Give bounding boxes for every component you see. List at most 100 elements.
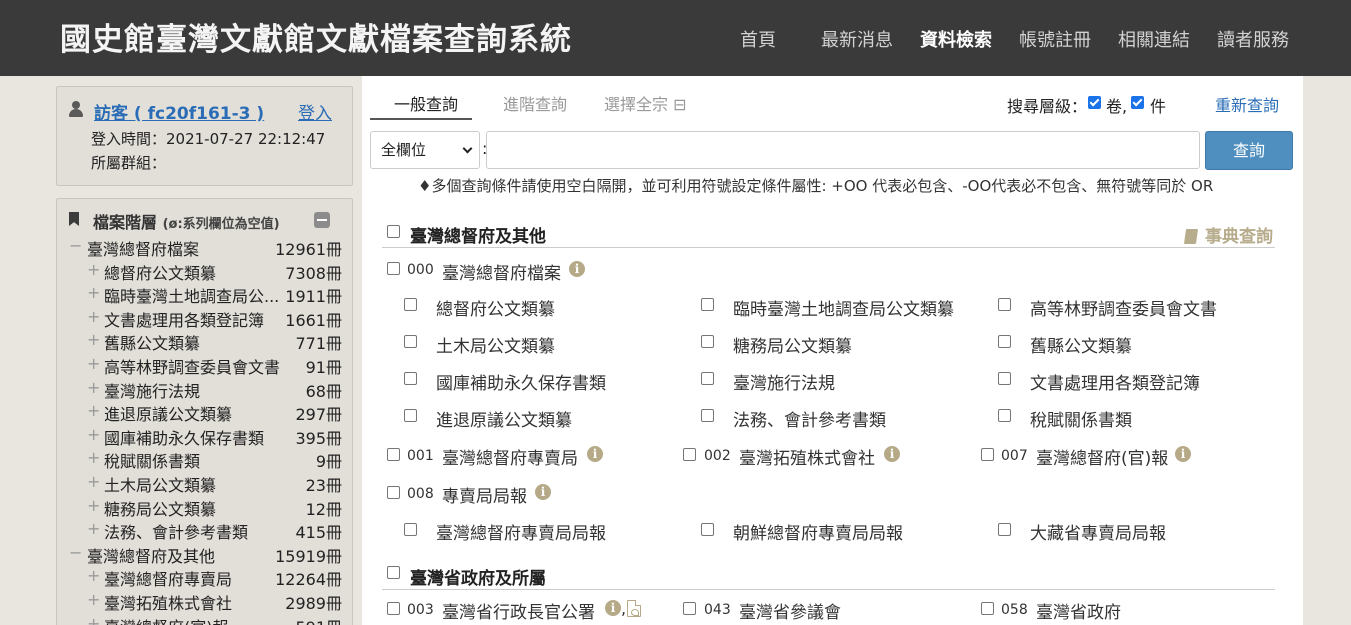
login-link[interactable]: 登入 xyxy=(298,99,332,124)
expand-sign-icon[interactable]: + xyxy=(87,307,100,326)
series-checkbox[interactable] xyxy=(404,409,417,422)
series-checkbox[interactable] xyxy=(404,298,417,311)
tree-item[interactable]: + 臨時臺灣土地調查局公... 1911冊 xyxy=(57,282,352,307)
user-name-link[interactable]: 訪客 ( fc20f161-3 ) xyxy=(94,99,264,124)
tree-item[interactable]: + 糖務局公文類纂 12冊 xyxy=(57,495,352,520)
fonds-checkbox[interactable] xyxy=(387,602,400,615)
tree-item[interactable]: + 國庫補助永久保存書類 395冊 xyxy=(57,424,352,449)
nav-reader-service[interactable]: 讀者服務 xyxy=(1217,26,1289,52)
expand-sign-icon[interactable]: + xyxy=(87,566,100,585)
reset-query-link[interactable]: 重新查詢 xyxy=(1215,92,1279,116)
info-icon[interactable]: i xyxy=(587,446,603,462)
collapse-icon[interactable] xyxy=(314,212,330,228)
fonds-checkbox[interactable] xyxy=(981,602,994,615)
expand-sign-icon[interactable]: + xyxy=(87,590,100,609)
tree-item[interactable]: − 臺灣總督府檔案 12961冊 xyxy=(57,235,352,260)
expand-sign-icon[interactable]: + xyxy=(87,378,100,397)
tree-item-label[interactable]: 稅賦關係書類 xyxy=(104,448,300,472)
level-volume-checkbox[interactable] xyxy=(1088,96,1101,109)
level-item-checkbox[interactable] xyxy=(1131,96,1144,109)
pdf-icon[interactable] xyxy=(627,600,641,617)
tree-item-label[interactable]: 糖務局公文類纂 xyxy=(104,496,300,520)
expand-sign-icon[interactable]: + xyxy=(87,425,100,444)
tree-item[interactable]: + 總督府公文類纂 7308冊 xyxy=(57,259,352,284)
series-checkbox[interactable] xyxy=(998,335,1011,348)
expand-sign-icon[interactable]: + xyxy=(87,519,100,538)
tree-item-label[interactable]: 國庫補助永久保存書類 xyxy=(104,425,300,449)
tree-item-label[interactable]: 臺灣總督府專賣局 xyxy=(104,566,300,590)
series-checkbox[interactable] xyxy=(998,409,1011,422)
search-button[interactable]: 查詢 xyxy=(1205,131,1293,170)
nav-links[interactable]: 相關連結 xyxy=(1118,26,1190,52)
tree-item-label[interactable]: 臺灣總督府(官)報 xyxy=(104,614,300,625)
tree-item[interactable]: − 臺灣總督府及其他 15919冊 xyxy=(57,542,352,566)
info-icon[interactable]: i xyxy=(569,261,585,277)
series-checkbox[interactable] xyxy=(998,298,1011,311)
series-checkbox[interactable] xyxy=(404,335,417,348)
series-checkbox[interactable] xyxy=(404,523,417,536)
tree-item-label[interactable]: 高等林野調查委員會文書 xyxy=(104,354,300,378)
tree-item[interactable]: + 進退原議公文類纂 297冊 xyxy=(57,400,352,425)
tree-item[interactable]: + 臺灣總督府專賣局 12264冊 xyxy=(57,565,352,590)
nav-search[interactable]: 資料檢索 xyxy=(920,26,992,52)
field-select[interactable]: 全欄位 xyxy=(370,131,480,169)
fonds-checkbox[interactable] xyxy=(683,448,696,461)
series-checkbox[interactable] xyxy=(404,372,417,385)
dictionary-query-link[interactable]: 事典查詢 xyxy=(1183,222,1273,247)
tree-item-label[interactable]: 舊縣公文類纂 xyxy=(104,330,300,354)
collapse-sign-icon[interactable]: − xyxy=(69,236,82,255)
tree-item[interactable]: + 臺灣總督府(官)報591冊 xyxy=(57,613,352,625)
expand-sign-icon[interactable]: + xyxy=(87,260,100,279)
info-icon[interactable]: i xyxy=(1175,446,1191,462)
info-icon[interactable]: i xyxy=(884,446,900,462)
fonds-checkbox[interactable] xyxy=(387,262,400,275)
expand-sign-icon[interactable]: + xyxy=(87,354,100,373)
series-checkbox[interactable] xyxy=(701,372,714,385)
tree-item-label[interactable]: 進退原議公文類纂 xyxy=(104,401,300,425)
tree-item[interactable]: + 臺灣拓殖株式會社 2989冊 xyxy=(57,589,352,614)
nav-news[interactable]: 最新消息 xyxy=(821,26,893,52)
collapse-sign-icon[interactable]: − xyxy=(69,543,82,562)
expand-sign-icon[interactable]: + xyxy=(87,448,100,467)
fonds-checkbox[interactable] xyxy=(683,602,696,615)
section-checkbox[interactable] xyxy=(387,566,400,579)
fonds-checkbox[interactable] xyxy=(387,448,400,461)
search-input[interactable] xyxy=(486,131,1200,169)
tree-item-label[interactable]: 臺灣總督府檔案 xyxy=(87,236,199,260)
expand-sign-icon[interactable]: + xyxy=(87,472,100,491)
series-checkbox[interactable] xyxy=(701,298,714,311)
tab-advanced-search[interactable]: 進階查詢 xyxy=(503,91,567,115)
dictionary-query-label[interactable]: 事典查詢 xyxy=(1205,227,1273,247)
series-checkbox[interactable] xyxy=(701,523,714,536)
info-icon[interactable]: i xyxy=(605,600,621,616)
fonds-checkbox[interactable] xyxy=(981,448,994,461)
expand-sign-icon[interactable]: + xyxy=(87,401,100,420)
nav-register[interactable]: 帳號註冊 xyxy=(1019,26,1091,52)
tree-item[interactable]: + 法務、會計參考書類 415冊 xyxy=(57,518,352,543)
expand-sign-icon[interactable]: + xyxy=(87,614,100,625)
series-checkbox[interactable] xyxy=(701,409,714,422)
tree-item-label[interactable]: 臺灣拓殖株式會社 xyxy=(104,590,300,614)
tree-item[interactable]: + 文書處理用各類登記簿 1661冊 xyxy=(57,306,352,331)
series-checkbox[interactable] xyxy=(701,335,714,348)
nav-home[interactable]: 首頁 xyxy=(740,26,776,52)
expand-sign-icon[interactable]: + xyxy=(87,330,100,349)
tree-item-label[interactable]: 文書處理用各類登記簿 xyxy=(104,307,300,331)
tree-item-label[interactable]: 土木局公文類纂 xyxy=(104,472,300,496)
tab-select-all-fonds[interactable]: 選擇全宗 ⊟ xyxy=(604,91,687,115)
tree-item-label[interactable]: 總督府公文類纂 xyxy=(104,260,300,284)
tree-item-label[interactable]: 法務、會計參考書類 xyxy=(104,519,300,543)
tree-item[interactable]: + 高等林野調查委員會文書 91冊 xyxy=(57,353,352,378)
tree-item[interactable]: + 土木局公文類纂 23冊 xyxy=(57,471,352,496)
tree-item[interactable]: + 稅賦關係書類 9冊 xyxy=(57,447,352,472)
series-checkbox[interactable] xyxy=(998,372,1011,385)
tree-item-label[interactable]: 臨時臺灣土地調查局公... xyxy=(104,283,300,307)
tree-item[interactable]: + 臺灣施行法規 68冊 xyxy=(57,377,352,402)
tab-basic-search[interactable]: 一般查詢 xyxy=(394,91,458,115)
info-icon[interactable]: i xyxy=(535,484,551,500)
tree-item-label[interactable]: 臺灣施行法規 xyxy=(104,378,300,402)
expand-sign-icon[interactable]: + xyxy=(87,496,100,515)
section-checkbox[interactable] xyxy=(387,225,400,238)
series-checkbox[interactable] xyxy=(998,523,1011,536)
fonds-checkbox[interactable] xyxy=(387,486,400,499)
